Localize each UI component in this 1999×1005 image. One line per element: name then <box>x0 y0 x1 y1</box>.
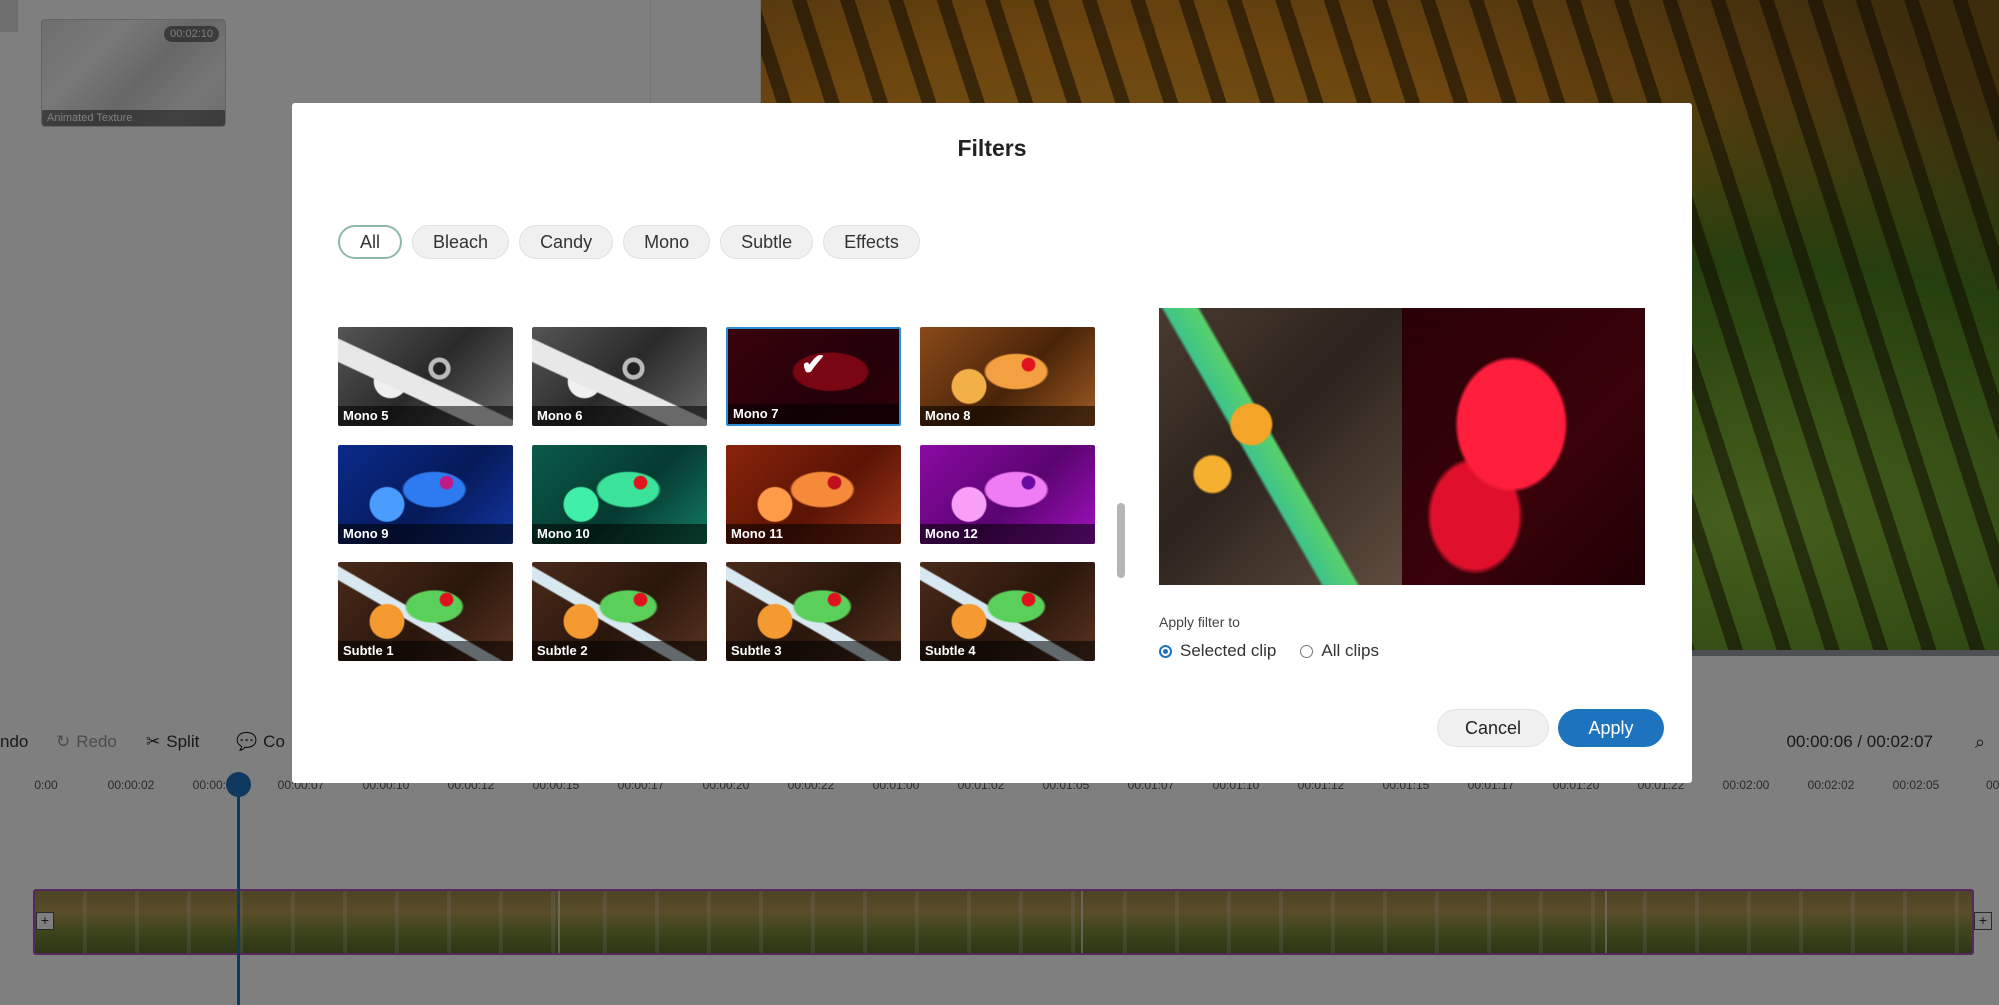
filter-tile[interactable]: Subtle 2 <box>532 562 707 661</box>
all-clips-option[interactable]: All clips <box>1300 641 1379 661</box>
filter-tile[interactable]: Mono 6 <box>532 327 707 426</box>
filter-tile[interactable]: Subtle 4 <box>920 562 1095 661</box>
category-chip-effects[interactable]: Effects <box>823 225 920 259</box>
filter-name-label: Mono 9 <box>338 524 513 544</box>
filter-name-label: Mono 6 <box>532 406 707 426</box>
filter-preview-image <box>1159 308 1645 585</box>
category-chip-candy[interactable]: Candy <box>519 225 614 259</box>
filter-tile[interactable]: Mono 5 <box>338 327 513 426</box>
filter-tile[interactable]: Subtle 3 <box>726 562 901 661</box>
filter-category-tabs: All Bleach Candy Mono Subtle Effects <box>338 225 920 259</box>
filter-tile[interactable]: Mono 12 <box>920 445 1095 544</box>
filter-tile[interactable]: ✔ Mono 7 <box>726 327 901 426</box>
filter-tile[interactable]: Mono 9 <box>338 445 513 544</box>
filter-name-label: Mono 10 <box>532 524 707 544</box>
selected-clip-option[interactable]: Selected clip <box>1159 641 1276 661</box>
filter-tile[interactable]: Mono 10 <box>532 445 707 544</box>
checkmark-icon: ✔ <box>800 348 827 382</box>
category-chip-mono[interactable]: Mono <box>623 225 711 259</box>
category-chip-subtle[interactable]: Subtle <box>720 225 814 259</box>
filter-name-label: Subtle 3 <box>726 641 901 661</box>
radio-label: Selected clip <box>1180 641 1277 660</box>
filter-tile[interactable]: Mono 8 <box>920 327 1095 426</box>
radio-button[interactable] <box>1159 644 1172 658</box>
filter-name-label: Mono 5 <box>338 406 513 426</box>
filter-name-label: Mono 7 <box>728 404 899 424</box>
filter-name-label: Mono 11 <box>726 524 901 544</box>
filter-tile[interactable]: Mono 11 <box>726 445 901 544</box>
filter-grid-scrollbar[interactable] <box>1117 503 1125 578</box>
category-chip-all[interactable]: All <box>338 225 403 259</box>
radio-button[interactable] <box>1300 644 1314 658</box>
preview-filtered-half <box>1402 308 1645 585</box>
filter-name-label: Subtle 2 <box>532 641 707 661</box>
dialog-title: Filters <box>957 135 1027 161</box>
filter-name-label: Mono 12 <box>920 524 1095 544</box>
filter-grid: Mono 1Mono 2Mono 3Mono 4Mono 5Mono 6✔Mon… <box>338 308 1098 663</box>
preview-original-half <box>1159 308 1402 585</box>
filter-name-label: Mono 8 <box>920 406 1095 426</box>
apply-filter-to-label: Apply filter to <box>1159 614 1240 630</box>
filter-name-label: Subtle 4 <box>920 641 1095 661</box>
filters-dialog: Filters All Bleach Candy Mono Subtle Effects … <box>292 103 1692 783</box>
apply-button[interactable]: Apply <box>1558 709 1664 747</box>
radio-label: All clips <box>1321 641 1380 660</box>
category-chip-bleach[interactable]: Bleach <box>412 225 510 259</box>
cancel-button[interactable]: Cancel <box>1437 709 1549 747</box>
apply-scope-radio-group: Selected clip All clips <box>1159 641 1403 661</box>
filter-tile[interactable]: Subtle 1 <box>338 562 513 661</box>
filter-name-label: Subtle 1 <box>338 641 513 661</box>
